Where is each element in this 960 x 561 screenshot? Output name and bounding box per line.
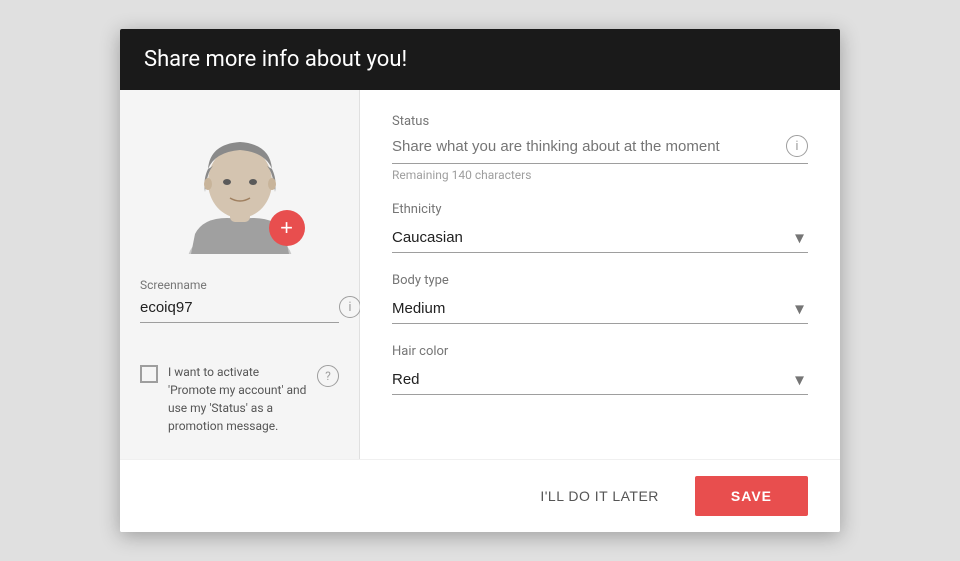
promote-checkbox[interactable] xyxy=(140,365,158,383)
body-type-select[interactable]: Medium Athletic Slim Heavy Other xyxy=(392,294,808,323)
screenname-input-row: i xyxy=(140,296,339,323)
add-photo-button[interactable]: + xyxy=(269,210,305,246)
body-type-field-group: Body type Medium Athletic Slim Heavy Oth… xyxy=(392,273,808,324)
avatar-wrapper: + xyxy=(175,114,305,254)
screenname-input[interactable] xyxy=(140,299,339,316)
status-label: Status xyxy=(392,114,808,129)
right-panel: Status i Remaining 140 characters Ethnic… xyxy=(360,90,840,459)
info-icon[interactable]: i xyxy=(339,296,361,318)
modal: Share more info about you! xyxy=(120,29,840,532)
promote-section: I want to activate 'Promote my account' … xyxy=(140,363,339,435)
modal-body: + Screenname i I want to activate 'Promo… xyxy=(120,90,840,459)
modal-header: Share more info about you! xyxy=(120,29,840,90)
status-input[interactable] xyxy=(392,138,786,155)
ethnicity-field-group: Ethnicity Caucasian Asian Hispanic Afric… xyxy=(392,202,808,253)
hair-color-select[interactable]: Red Black Blonde Brown Grey Other xyxy=(392,365,808,394)
remaining-chars: Remaining 140 characters xyxy=(392,168,808,182)
modal-footer: I'LL DO IT LATER SAVE xyxy=(120,459,840,532)
ethnicity-label: Ethnicity xyxy=(392,202,808,217)
screenname-section: Screenname i xyxy=(140,278,339,323)
screenname-label: Screenname xyxy=(140,278,339,292)
help-icon[interactable]: ? xyxy=(317,365,339,387)
status-row: i xyxy=(392,135,808,164)
later-button[interactable]: I'LL DO IT LATER xyxy=(520,478,679,514)
status-field-group: Status i Remaining 140 characters xyxy=(392,114,808,182)
body-type-select-wrapper: Medium Athletic Slim Heavy Other ▾ xyxy=(392,294,808,324)
body-type-label: Body type xyxy=(392,273,808,288)
hair-color-field-group: Hair color Red Black Blonde Brown Grey O… xyxy=(392,344,808,395)
modal-title: Share more info about you! xyxy=(144,47,816,72)
save-button[interactable]: SAVE xyxy=(695,476,808,516)
status-info-icon[interactable]: i xyxy=(786,135,808,157)
left-panel: + Screenname i I want to activate 'Promo… xyxy=(120,90,360,459)
ethnicity-select-wrapper: Caucasian Asian Hispanic African Other ▾ xyxy=(392,223,808,253)
promote-text: I want to activate 'Promote my account' … xyxy=(168,363,307,435)
hair-color-label: Hair color xyxy=(392,344,808,359)
ethnicity-select[interactable]: Caucasian Asian Hispanic African Other xyxy=(392,223,808,252)
hair-color-select-wrapper: Red Black Blonde Brown Grey Other ▾ xyxy=(392,365,808,395)
